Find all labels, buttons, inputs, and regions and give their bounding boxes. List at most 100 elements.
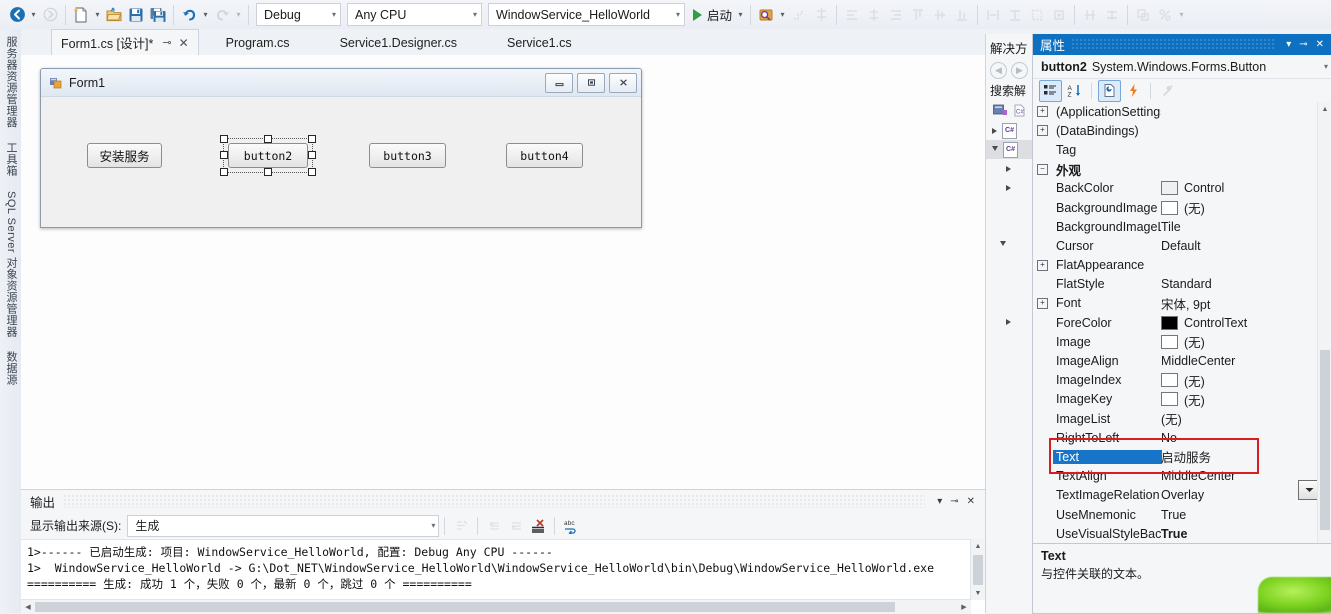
chevron-down-icon[interactable]: ▾ <box>1324 62 1328 71</box>
resize-handle-w[interactable] <box>220 151 228 159</box>
resize-handle-e[interactable] <box>308 151 316 159</box>
properties-vertical-scrollbar[interactable]: ▲ ▼ <box>1317 102 1331 554</box>
navigate-back-dropdown-icon[interactable]: ▾ <box>28 4 39 26</box>
property-category-appearance[interactable]: − 外观 <box>1033 160 1330 179</box>
alphabetical-icon[interactable]: AZ <box>1064 81 1085 101</box>
sidebar-item-server-explorer[interactable]: 服务器资源管理器 <box>0 29 22 135</box>
chevron-down-icon[interactable] <box>992 145 998 154</box>
property-row-imagelist[interactable]: ImageList (无) <box>1033 409 1330 428</box>
chevron-down-icon[interactable]: ▾ <box>1282 39 1295 50</box>
property-value-wrap[interactable]: ControlText <box>1161 315 1316 330</box>
property-value[interactable]: Overlay <box>1161 488 1316 502</box>
property-value[interactable]: MiddleCenter <box>1161 469 1316 483</box>
property-value[interactable]: Tile <box>1161 220 1316 234</box>
scroll-right-icon[interactable]: ▶ <box>957 600 971 614</box>
close-icon[interactable] <box>609 72 637 93</box>
categorized-icon[interactable] <box>1039 79 1062 102</box>
close-icon[interactable]: ✕ <box>1312 39 1328 50</box>
property-value[interactable]: Standard <box>1161 277 1316 291</box>
design-button-4[interactable]: button4 <box>506 143 583 168</box>
save-all-icon[interactable] <box>147 4 169 26</box>
property-row-textimagerelation[interactable]: TextImageRelation Overlay <box>1033 486 1330 505</box>
property-value-wrap[interactable]: (无) <box>1161 390 1316 409</box>
scrollbar-thumb[interactable] <box>35 602 895 612</box>
property-row-imagekey[interactable]: ImageKey (无) <box>1033 390 1330 409</box>
property-row-tag[interactable]: Tag <box>1033 140 1330 159</box>
navigate-back-icon[interactable]: ◀ <box>990 62 1007 79</box>
property-value-wrap[interactable]: Control <box>1161 181 1316 196</box>
find-dropdown-icon[interactable]: ▾ <box>777 4 788 26</box>
design-button-3[interactable]: button3 <box>369 143 446 168</box>
sidebar-item-toolbox[interactable]: 工具箱 <box>0 135 22 184</box>
tab-service1-cs[interactable]: Service1.cs <box>498 30 581 55</box>
toolbar-overflow-icon[interactable]: ▾ <box>1176 4 1187 26</box>
start-debugging-dropdown-icon[interactable]: ▾ <box>735 4 746 26</box>
save-icon[interactable] <box>125 4 147 26</box>
design-form[interactable]: Form1 安装服务 button2 button3 button4 <box>40 68 642 228</box>
scroll-up-icon[interactable]: ▲ <box>971 539 985 553</box>
scroll-up-icon[interactable]: ▲ <box>1318 102 1331 116</box>
open-file-icon[interactable] <box>103 4 125 26</box>
scrollbar-thumb[interactable] <box>1320 350 1330 530</box>
property-value[interactable]: (无) <box>1161 409 1316 428</box>
resize-handle-n[interactable] <box>264 135 272 143</box>
scrollbar-thumb[interactable] <box>973 555 983 585</box>
property-row-backgroundimage[interactable]: BackgroundImage (无) <box>1033 198 1330 217</box>
expand-icon[interactable]: + <box>1037 259 1048 271</box>
properties-page-icon[interactable] <box>1098 79 1121 102</box>
new-project-icon[interactable] <box>70 4 92 26</box>
undo-icon[interactable] <box>178 4 200 26</box>
output-horizontal-scrollbar[interactable]: ◀ ▶ <box>21 599 971 614</box>
property-row-backcolor[interactable]: BackColor Control <box>1033 179 1330 198</box>
design-button-1[interactable]: 安装服务 <box>87 143 162 168</box>
tab-service1-designer-cs[interactable]: Service1.Designer.cs <box>331 30 466 55</box>
drag-handle[interactable] <box>1071 38 1277 51</box>
property-row-font[interactable]: + Font 宋体, 9pt <box>1033 294 1330 313</box>
collapse-icon[interactable]: − <box>1037 163 1048 175</box>
close-icon[interactable]: ✕ <box>179 36 189 50</box>
chevron-right-icon[interactable] <box>1006 184 1011 191</box>
clear-all-icon[interactable] <box>527 515 549 536</box>
expand-icon[interactable]: + <box>1037 106 1048 118</box>
property-row-applicationsettings[interactable]: + (ApplicationSettings) <box>1033 102 1330 121</box>
new-project-dropdown-icon[interactable]: ▾ <box>92 4 103 26</box>
property-value[interactable]: Default <box>1161 239 1316 253</box>
sidebar-item-sql-server-object-explorer[interactable]: SQL Server 对象资源管理器 <box>0 184 22 344</box>
resize-handle-sw[interactable] <box>220 168 228 176</box>
find-icon[interactable] <box>755 4 777 26</box>
chevron-down-icon[interactable] <box>1000 240 1006 249</box>
start-debugging-button[interactable]: 启动 <box>688 4 735 26</box>
chevron-down-icon[interactable]: ▾ <box>933 496 946 507</box>
property-row-flatappearance[interactable]: + FlatAppearance <box>1033 256 1330 275</box>
property-row-backgroundimagelayout[interactable]: BackgroundImageLa Tile <box>1033 217 1330 236</box>
property-value-wrap[interactable]: (无) <box>1161 332 1316 351</box>
navigate-forward-icon[interactable]: ▶ <box>1011 62 1028 79</box>
form-designer-surface[interactable]: Form1 安装服务 button2 button3 button4 <box>21 55 986 489</box>
property-value-wrap[interactable]: (无) <box>1161 371 1316 390</box>
output-source-combo[interactable]: 生成 ▾ <box>127 514 440 537</box>
property-row-forecolor[interactable]: ForeColor ControlText <box>1033 313 1330 332</box>
maximize-icon[interactable] <box>577 72 605 93</box>
property-value-text[interactable]: 启动服务 <box>1161 447 1316 466</box>
property-row-imageindex[interactable]: ImageIndex (无) <box>1033 371 1330 390</box>
property-row-usemnemonic[interactable]: UseMnemonic True <box>1033 505 1330 524</box>
drag-handle[interactable] <box>63 494 926 508</box>
resize-handle-s[interactable] <box>264 168 272 176</box>
sidebar-item-data-sources[interactable]: 数据源 <box>0 344 22 393</box>
undo-dropdown-icon[interactable]: ▾ <box>200 4 211 26</box>
property-row-imagealign[interactable]: ImageAlign MiddleCenter <box>1033 351 1330 370</box>
platform-combo[interactable]: Any CPU ▾ <box>347 3 482 26</box>
expand-icon[interactable]: + <box>1037 297 1048 309</box>
property-row-flatstyle[interactable]: FlatStyle Standard <box>1033 275 1330 294</box>
chevron-right-icon[interactable] <box>992 127 997 134</box>
properties-object-selector[interactable]: button2 System.Windows.Forms.Button ▾ <box>1033 55 1331 79</box>
scroll-left-icon[interactable]: ◀ <box>21 600 35 614</box>
scroll-down-icon[interactable]: ▼ <box>971 586 985 600</box>
pin-icon[interactable]: ⊸ <box>946 496 962 507</box>
events-icon[interactable] <box>1123 81 1144 101</box>
property-row-righttoleft[interactable]: RightToLeft No <box>1033 428 1330 447</box>
resize-handle-se[interactable] <box>308 168 316 176</box>
startup-project-combo[interactable]: WindowService_HelloWorld ▾ <box>488 3 685 26</box>
property-value[interactable]: No <box>1161 431 1316 445</box>
property-value-wrap[interactable]: (无) <box>1161 198 1316 217</box>
